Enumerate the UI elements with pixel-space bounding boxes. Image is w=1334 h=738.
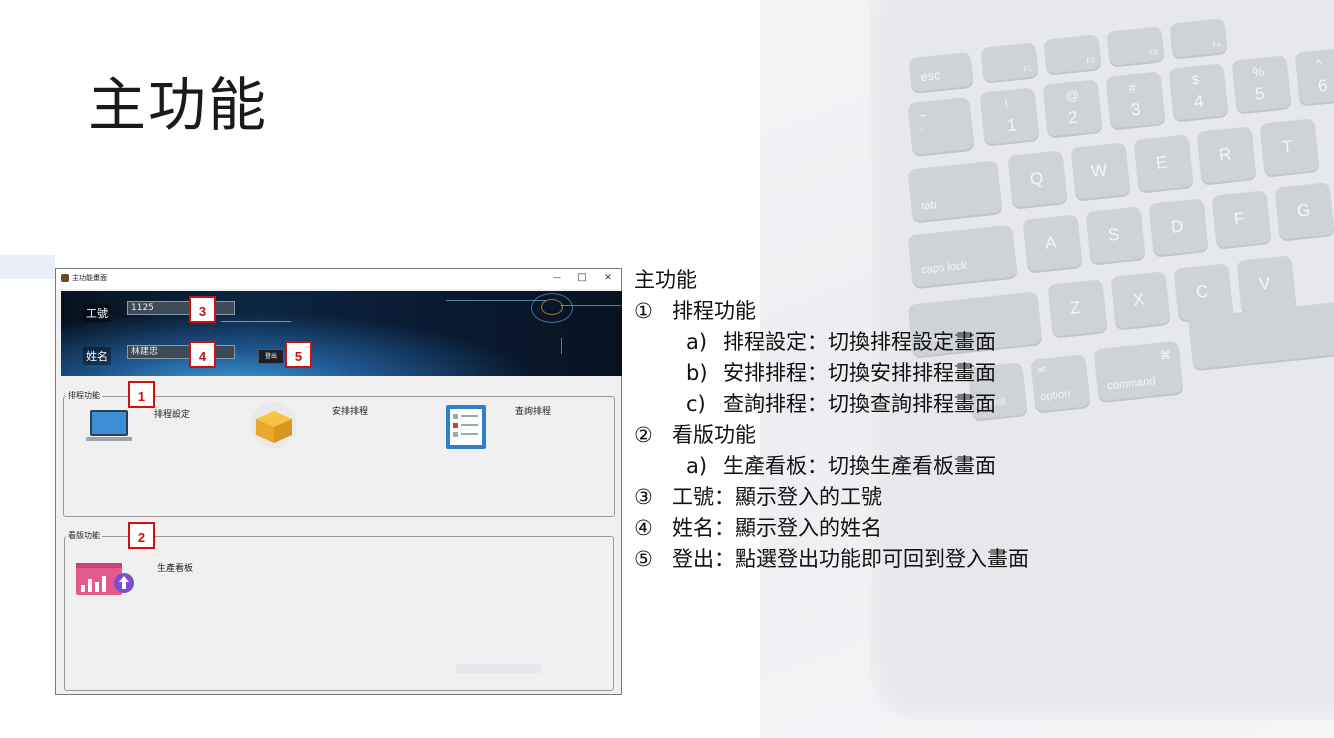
- employee-id-label: 工號: [83, 304, 111, 322]
- key-3: #3: [1105, 71, 1166, 129]
- description-text: 排程功能: [672, 299, 756, 323]
- description-line: ① 排程功能: [634, 295, 756, 325]
- key-w: W: [1070, 142, 1131, 200]
- key-command: ⌘ command: [1093, 340, 1184, 402]
- key-tab: tab: [907, 160, 1003, 222]
- query-schedule-button[interactable]: 查詢排程: [444, 403, 569, 453]
- key-a: A: [1022, 214, 1083, 272]
- app-icon: [61, 274, 69, 282]
- banner-decoration-line: [221, 321, 291, 322]
- annotation-marker-3: 3: [189, 296, 216, 323]
- banner-decoration-line: [561, 338, 562, 354]
- production-board-button[interactable]: 生產看板: [74, 561, 214, 601]
- key-4: $4: [1168, 63, 1229, 121]
- window-titlebar: 主功能畫面 — □ ✕: [56, 269, 621, 289]
- key-5: % 5: [1231, 55, 1292, 113]
- description-line: c) 查詢排程：切換查詢排程畫面: [686, 388, 996, 418]
- key-e: E: [1133, 134, 1194, 192]
- arrange-schedule-label: 安排排程: [332, 407, 369, 417]
- description-text: 排程設定：切換排程設定畫面: [723, 330, 996, 354]
- key-r: R: [1196, 126, 1257, 184]
- description-prefix: ②: [634, 423, 653, 447]
- key-caps-lock: caps lock: [907, 224, 1018, 288]
- description-text: 生產看板：切換生產看板畫面: [723, 454, 996, 478]
- employee-id-field: 1125: [127, 301, 235, 315]
- description-line: ④ 姓名：顯示登入的姓名: [634, 512, 882, 542]
- key-f1: F1: [980, 42, 1039, 82]
- package-box-icon: [251, 402, 297, 448]
- key-tilde: ~ `: [907, 96, 975, 156]
- description-prefix: ⑤: [634, 547, 653, 571]
- query-schedule-label: 查詢排程: [515, 407, 552, 417]
- key-f2: F2: [1043, 34, 1102, 74]
- key-f: F: [1211, 190, 1272, 248]
- key-s: S: [1085, 206, 1146, 264]
- description-text: 看版功能: [672, 423, 756, 447]
- key-q: Q: [1007, 150, 1068, 208]
- maximize-button[interactable]: □: [575, 271, 589, 285]
- close-button[interactable]: ✕: [601, 271, 615, 285]
- annotation-marker-1: 1: [128, 381, 155, 408]
- description-text: 查詢排程：切換查詢排程畫面: [723, 392, 996, 416]
- description-text: 姓名：顯示登入的姓名: [672, 516, 882, 540]
- key-c: C: [1173, 263, 1234, 321]
- main-function-window: 主功能畫面 — □ ✕ 工號 1125 姓名 林建忠 登出 排程功能 排程設定: [55, 268, 622, 695]
- key-d: D: [1148, 198, 1209, 256]
- key-2: @2: [1042, 79, 1103, 137]
- laptop-icon: [86, 410, 132, 441]
- description-prefix: a): [686, 330, 708, 354]
- name-field: 林建忠: [127, 345, 235, 359]
- description-heading: 主功能: [634, 268, 697, 292]
- annotation-marker-2: 2: [128, 522, 155, 549]
- description-line: ③ 工號：顯示登入的工號: [634, 481, 882, 511]
- key-f4: F4: [1169, 18, 1228, 58]
- key-x: X: [1110, 271, 1171, 329]
- banner-decoration-line: [561, 305, 621, 306]
- description-prefix: c): [686, 392, 706, 416]
- page-title: 主功能: [88, 71, 269, 139]
- key-t: T: [1259, 118, 1320, 176]
- description-line: ⑤ 登出：點選登出功能即可回到登入畫面: [634, 543, 1029, 573]
- description-prefix: ①: [634, 299, 653, 323]
- schedule-group-label: 排程功能: [66, 390, 102, 401]
- key-option: alt option: [1030, 354, 1091, 412]
- banner-decoration-line: [446, 300, 546, 301]
- name-label: 姓名: [83, 347, 111, 365]
- description-line: b) 安排排程：切換安排排程畫面: [686, 357, 996, 387]
- key-g: G: [1274, 182, 1334, 240]
- schedule-setting-label: 排程設定: [154, 410, 191, 420]
- description-line: ② 看版功能: [634, 419, 756, 449]
- faint-status-bar: [456, 664, 541, 673]
- annotation-marker-5: 5: [285, 341, 312, 368]
- production-board-label: 生產看板: [157, 564, 194, 574]
- minimize-button[interactable]: —: [550, 271, 564, 285]
- description-prefix: ④: [634, 516, 653, 540]
- window-title: 主功能畫面: [72, 274, 107, 282]
- description-text: 登出：點選登出功能即可回到登入畫面: [672, 547, 1029, 571]
- key-esc: esc: [908, 51, 974, 93]
- key-6: ^ 6: [1294, 47, 1334, 105]
- header-banner: 工號 1125 姓名 林建忠 登出: [61, 291, 622, 376]
- logout-button[interactable]: 登出: [258, 349, 284, 364]
- description-line: a) 排程設定：切換排程設定畫面: [686, 326, 996, 356]
- schedule-setting-button[interactable]: 排程設定: [84, 407, 204, 447]
- key-z: Z: [1047, 279, 1108, 337]
- key-v: V: [1236, 255, 1297, 313]
- banner-decoration-ring: [541, 299, 563, 315]
- arrange-schedule-button[interactable]: 安排排程: [248, 401, 388, 451]
- description-text: 工號：顯示登入的工號: [672, 485, 882, 509]
- left-accent-strip: [0, 255, 55, 279]
- description-line: a) 生產看板：切換生產看板畫面: [686, 450, 996, 480]
- description-prefix: ③: [634, 485, 653, 509]
- key-1: ! 1: [979, 87, 1040, 145]
- clipboard-checklist-icon: [446, 405, 486, 449]
- board-group-label: 看版功能: [66, 530, 102, 541]
- bar-chart-upload-icon: [76, 563, 134, 595]
- description-prefix: a): [686, 454, 708, 478]
- description-text: 安排排程：切換安排排程畫面: [723, 361, 996, 385]
- annotation-marker-4: 4: [189, 341, 216, 368]
- key-f3: F3: [1106, 26, 1165, 66]
- description-prefix: b): [686, 361, 708, 385]
